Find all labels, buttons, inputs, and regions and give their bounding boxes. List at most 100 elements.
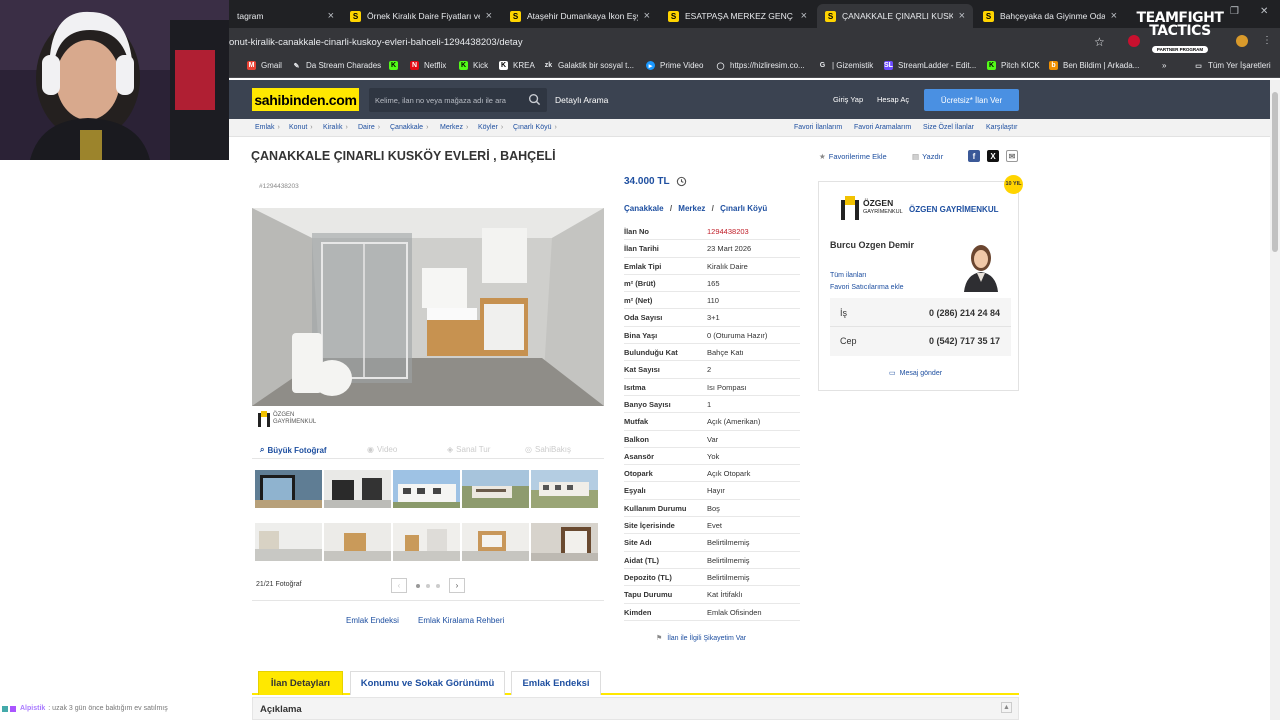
thumbnail[interactable] (531, 523, 598, 561)
next-page-button[interactable]: › (449, 578, 465, 593)
profile-icon[interactable] (1236, 35, 1248, 47)
page-scrollbar[interactable] (1270, 80, 1280, 720)
thumbnail[interactable] (462, 523, 529, 561)
register-link[interactable]: Hesap Aç (877, 95, 909, 104)
scrollbar-thumb[interactable] (1272, 92, 1278, 252)
pager-dot[interactable] (436, 583, 440, 588)
other-bookmarks[interactable]: ▭ Tüm Yer İşaretleri (1194, 61, 1271, 70)
close-icon[interactable]: × (644, 10, 650, 22)
browser-tab[interactable]: S ESATPAŞA MERKEZ GENÇ BİNA × (660, 4, 815, 28)
browser-tab[interactable]: S Bahçeyaka da Giyinme Odalı S × (975, 4, 1125, 28)
bookmark-item[interactable]: ◯ https://hizliresim.co... (716, 61, 805, 70)
favorite-searches-link[interactable]: Favori Aramalarım (854, 124, 911, 131)
login-link[interactable]: Giriş Yap (833, 95, 863, 104)
bookmark-item[interactable]: G | Gizemistik (818, 61, 873, 70)
detailed-search-link[interactable]: Detaylı Arama (555, 95, 608, 105)
complaint-link[interactable]: ⚑ İlan ile İlgili Şikayetim Var (656, 634, 746, 643)
bookmark-item[interactable]: M Gmail (247, 61, 282, 70)
main-photo[interactable] (252, 208, 604, 406)
bookmark-item[interactable]: K KREA (499, 61, 535, 70)
browser-tab[interactable]: S Örnek Kiralık Daire Fiyatları ve İ × (342, 4, 500, 28)
bookmark-item[interactable]: SL StreamLadder - Edit... (884, 61, 976, 70)
mobile-phone-number[interactable]: 0 (542) 717 35 17 (929, 336, 1000, 346)
agency-logo[interactable]: ÖZGEN GAYRİMENKUL (841, 196, 903, 220)
favorite-seller-link[interactable]: Favori Satıcılarıma ekle (830, 284, 904, 291)
restore-icon[interactable]: ❐ (1230, 6, 1239, 17)
bookmark-star-icon[interactable]: ☆ (1094, 35, 1105, 49)
url-field[interactable]: onut-kiralik-canakkale-cinarli-kuskoy-ev… (229, 37, 523, 48)
thumbnail[interactable] (393, 470, 460, 508)
more-bookmarks[interactable]: » (1162, 61, 1166, 70)
post-ad-button[interactable]: Ücretsiz* İlan Ver (924, 89, 1019, 111)
tab-emlak-index[interactable]: Emlak Endeksi (511, 671, 601, 695)
facebook-share-icon[interactable]: f (968, 150, 980, 162)
compare-link[interactable]: Karşılaştır (986, 124, 1018, 131)
price-history-icon[interactable] (676, 176, 687, 187)
browser-tab[interactable]: S Ataşehir Dumankaya İkon Eşyalı × (502, 4, 658, 28)
browser-tab[interactable]: tagram × (229, 4, 342, 28)
close-icon[interactable]: × (801, 10, 807, 22)
pager-dot[interactable] (416, 583, 420, 588)
menu-icon[interactable]: ⋮ (1262, 35, 1272, 46)
bookmark-item[interactable]: K Kick (459, 61, 488, 70)
bookmark-item[interactable]: zk Galaktik bir sosyal t... (544, 61, 634, 70)
close-icon[interactable]: × (328, 10, 334, 22)
work-phone-number[interactable]: 0 (286) 214 24 84 (929, 308, 1000, 318)
special-ads-link[interactable]: Size Özel İlanlar (923, 124, 974, 131)
big-photo-button[interactable]: ⌕ Büyük Fotoğraf (260, 445, 327, 455)
tab-location[interactable]: Konumu ve Sokak Görünümü (350, 671, 505, 695)
send-message-button[interactable]: ▭ Mesaj gönder (889, 369, 942, 378)
all-ads-link[interactable]: Tüm ilanları (830, 272, 867, 279)
browser-tab-active[interactable]: S ÇANAKKALE ÇINARLI KUSKÖY E × (817, 4, 973, 28)
close-icon[interactable]: × (1111, 10, 1117, 22)
video-button: ◉ Video (367, 445, 398, 454)
bookmark-item[interactable]: ✎ Da Stream Charades (292, 61, 382, 70)
bookmark-item[interactable]: b Ben Bildim | Arkada... (1049, 61, 1139, 70)
breadcrumb-item[interactable]: Konut › (289, 124, 313, 131)
thumbnail[interactable] (393, 523, 460, 561)
detail-row: Mutfak Açık (Amerikan) (624, 413, 800, 431)
thumbnail[interactable] (255, 470, 322, 508)
breadcrumb-item[interactable]: Merkez › (440, 124, 468, 131)
bookmark-label: Galaktik bir sosyal t... (558, 61, 635, 70)
close-window-icon[interactable]: ✕ (1260, 6, 1268, 17)
thumbnail[interactable] (324, 470, 391, 508)
add-favorite-button[interactable]: ★ Favorilerime Ekle (819, 152, 887, 161)
agency-name[interactable]: ÖZGEN GAYRİMENKUL (909, 205, 999, 214)
emlak-index-link[interactable]: Emlak Endeksi (346, 616, 399, 625)
bookmark-item[interactable]: N Netflix (410, 61, 446, 70)
x-share-icon[interactable]: X (987, 150, 999, 162)
breadcrumb-item[interactable]: Daire › (358, 124, 380, 131)
print-button[interactable]: ▤ Yazdır (912, 152, 943, 161)
breadcrumb-item[interactable]: Köyler › (478, 124, 503, 131)
favorite-ads-link[interactable]: Favori İlanlarım (794, 124, 842, 131)
description-header[interactable]: Açıklama ▲ (252, 697, 1019, 720)
collapse-icon[interactable]: ▲ (1001, 702, 1012, 713)
breadcrumb-item[interactable]: Çanakkale › (390, 124, 428, 131)
search-icon[interactable] (528, 93, 541, 106)
bookmark-item[interactable]: ▸ Prime Video (646, 61, 703, 70)
thumbnail[interactable] (531, 470, 598, 508)
site-logo[interactable]: sahibinden.com (252, 88, 359, 111)
thumbnail[interactable] (255, 523, 322, 561)
search-input[interactable] (375, 88, 525, 112)
bookmark-item[interactable]: K (389, 61, 403, 70)
close-icon[interactable]: × (486, 10, 492, 22)
tab-listing-details[interactable]: İlan Detayları (258, 671, 343, 695)
thumbnail[interactable] (462, 470, 529, 508)
prev-page-button[interactable]: ‹ (391, 578, 407, 593)
close-icon[interactable]: × (959, 10, 965, 22)
thumbnail[interactable] (324, 523, 391, 561)
breadcrumb-item[interactable]: Emlak › (255, 124, 280, 131)
bookmark-label: Gmail (261, 61, 282, 70)
bookmark-item[interactable]: K Pitch KICK (987, 61, 1040, 70)
location-neighborhood[interactable]: Çınarlı Köyü (720, 204, 767, 213)
location-district[interactable]: Merkez (678, 204, 705, 213)
breadcrumb-item[interactable]: Kiralık › (323, 124, 348, 131)
email-share-icon[interactable]: ✉ (1006, 150, 1018, 162)
rent-guide-link[interactable]: Emlak Kiralama Rehberi (418, 616, 504, 625)
detail-row: Emlak Tipi Kiralık Daire (624, 258, 800, 275)
breadcrumb-item[interactable]: Çınarlı Köyü › (513, 124, 557, 131)
pager-dot[interactable] (426, 583, 430, 588)
location-city[interactable]: Çanakkale (624, 204, 664, 213)
